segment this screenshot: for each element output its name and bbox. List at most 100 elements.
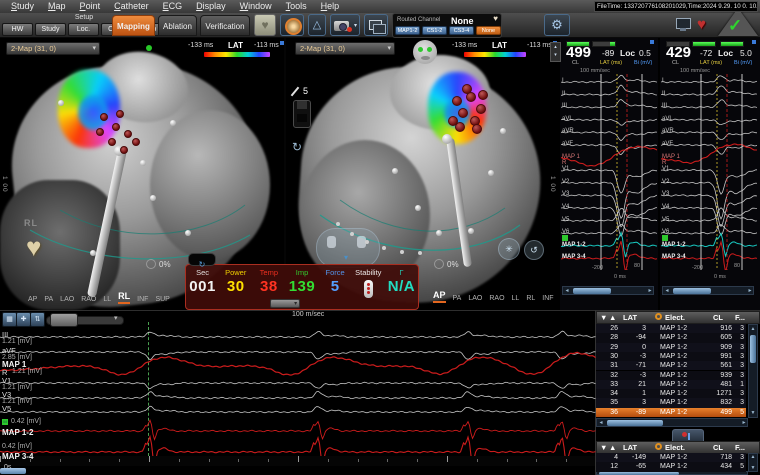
menu-item-tools[interactable]: Tools — [279, 0, 314, 13]
ablation-item-: ΓN/A — [385, 265, 418, 309]
ablation-refresh-chip[interactable]: ↻ — [188, 253, 216, 266]
table-row[interactable]: 36-89MAP 1-24995 — [596, 408, 746, 417]
orientation-lao[interactable]: LAO — [468, 295, 482, 303]
horizontal-scrollbar[interactable] — [596, 471, 748, 475]
routed-option-none[interactable]: None — [476, 26, 501, 35]
column-elect[interactable]: Elect. — [665, 443, 685, 452]
table-row[interactable]: 30-3MAP 1-29913 — [596, 352, 746, 361]
setup-button-hw[interactable]: HW — [2, 23, 33, 36]
tab-mapping[interactable]: Mapping — [112, 15, 155, 36]
table-row[interactable]: 353MAP 1-28323 — [596, 398, 746, 407]
settings-button[interactable]: ⚙ — [544, 14, 570, 36]
table-row[interactable]: 341MAP 1-212713 — [596, 389, 746, 398]
scroll-up-arrow[interactable]: ▲ — [749, 326, 757, 332]
map-selector-dropdown[interactable]: 2-Map (31, 0)▾ — [6, 42, 100, 55]
scroll-left-arrow[interactable]: ◂ — [663, 287, 671, 295]
menu-item-ecg[interactable]: ECG — [156, 0, 190, 13]
orientation-compass-button[interactable] — [280, 14, 304, 36]
table-row[interactable]: 31-71MAP 1-25613 — [596, 361, 746, 370]
scroll-thumb[interactable] — [673, 288, 711, 294]
routed-option-cs34[interactable]: CS3-4 — [449, 26, 474, 35]
vertical-scrollbar[interactable]: ▲ ▼ — [748, 324, 758, 418]
column-lat[interactable]: LAT — [623, 443, 637, 452]
table-row[interactable]: 290MAP 1-29093 — [596, 343, 746, 352]
scroll-left-arrow[interactable]: ◂ — [563, 287, 571, 295]
undo-rotate-button[interactable]: ↺ — [524, 240, 544, 260]
table-cell: 3 — [736, 399, 744, 406]
column-f[interactable]: F... — [735, 313, 745, 322]
orientation-ap[interactable]: AP — [28, 296, 37, 304]
scroll-thumb[interactable] — [607, 420, 663, 426]
tab-verification[interactable]: Verification — [200, 15, 250, 36]
orientation-rao[interactable]: RAO — [489, 295, 504, 303]
menu-item-catheter[interactable]: Catheter — [107, 0, 156, 13]
scroll-left-arrow[interactable]: ◂ — [597, 419, 605, 427]
table-row[interactable]: 263MAP 1-29163 — [596, 324, 746, 333]
table-row[interactable]: 4-149MAP 1-27183 — [596, 453, 746, 462]
orientation-rl[interactable]: RL — [526, 295, 535, 303]
table-row[interactable]: 3321MAP 1-24811 — [596, 380, 746, 389]
gain-spinner[interactable]: ▴▾ — [550, 42, 561, 62]
horizontal-scrollbar[interactable]: ◂ ▸ — [596, 418, 748, 427]
orientation-ll[interactable]: LL — [103, 296, 111, 304]
orientation-inf[interactable]: INF — [137, 296, 148, 304]
orientation-sup[interactable]: SUP — [155, 296, 169, 304]
scroll-thumb[interactable] — [573, 288, 611, 294]
orientation-inf[interactable]: INF — [542, 295, 553, 303]
opacity-control[interactable]: 0% — [434, 259, 459, 269]
orientation-pa[interactable]: PA — [453, 295, 462, 303]
column-elect[interactable]: Elect. — [665, 313, 685, 322]
scroll-right-arrow[interactable]: ▸ — [646, 287, 654, 295]
window-layout-button[interactable] — [364, 14, 388, 36]
scroll-down-arrow[interactable]: ▼ — [749, 465, 757, 471]
map-controller[interactable]: ▾ — [316, 228, 380, 268]
filter-icon[interactable]: ▼ — [600, 443, 607, 452]
orientation-rl[interactable]: RL — [118, 291, 130, 304]
rotate-icon[interactable]: ↻ — [292, 140, 302, 154]
tab-ablation[interactable]: Ablation — [158, 15, 197, 36]
sort-icon[interactable]: ▲ — [609, 313, 616, 322]
snapshot-button[interactable]: ▾ — [330, 14, 360, 36]
setup-button-loc[interactable]: Loc. — [68, 23, 99, 36]
table-row[interactable]: 12-65MAP 1-24345 — [596, 462, 746, 471]
map-selector-dropdown[interactable]: 2-Map (31, 0)▾ — [295, 42, 395, 55]
orientation-lao[interactable]: LAO — [60, 296, 74, 304]
menu-item-map[interactable]: Map — [41, 0, 73, 13]
menu-item-point[interactable]: Point — [73, 0, 108, 13]
orientation-ll[interactable]: LL — [512, 295, 520, 303]
scroll-right-arrow[interactable]: ▸ — [746, 287, 754, 295]
menu-item-window[interactable]: Window — [233, 0, 279, 13]
catheter-view-button[interactable]: △ — [308, 14, 326, 36]
menu-item-help[interactable]: Help — [314, 0, 347, 13]
time-ruler — [0, 456, 596, 466]
orientation-rao[interactable]: RAO — [81, 296, 96, 304]
column-cl[interactable]: CL — [713, 313, 723, 322]
scroll-thumb[interactable] — [750, 335, 756, 363]
menu-item-study[interactable]: Study — [4, 0, 41, 13]
table-row[interactable]: 32-3MAP 1-29393 — [596, 371, 746, 380]
horizontal-scrollbar[interactable]: ◂▸ — [662, 286, 754, 295]
routed-option-cs12[interactable]: CS1-2 — [422, 26, 447, 35]
column-lat[interactable]: LAT — [623, 313, 637, 322]
scrollbar-thumb[interactable] — [0, 468, 26, 474]
horizontal-scrollbar[interactable]: ◂▸ — [562, 286, 654, 295]
orientation-ap[interactable]: AP — [433, 290, 446, 303]
scroll-right-arrow[interactable]: ▸ — [740, 419, 748, 427]
color-palette-tool[interactable] — [293, 100, 311, 128]
routed-option-map12[interactable]: MAP1-2 — [395, 26, 420, 35]
map-tool-button[interactable]: ✳ — [498, 238, 520, 260]
orientation-pa[interactable]: PA — [44, 296, 53, 304]
table-cell: 1271 — [708, 390, 732, 397]
vertical-scrollbar[interactable]: ▲ ▼ — [748, 453, 758, 472]
scroll-down-arrow[interactable]: ▼ — [749, 410, 757, 416]
table-row[interactable]: 28-94MAP 1-26053 — [596, 333, 746, 342]
filter-icon[interactable]: ▼ — [600, 313, 607, 322]
scroll-up-arrow[interactable]: ▲ — [749, 454, 757, 460]
column-f[interactable]: F... — [735, 443, 745, 452]
sort-icon[interactable]: ▲ — [609, 443, 616, 452]
column-cl[interactable]: CL — [713, 443, 723, 452]
heart-display-button[interactable]: ♥ — [254, 14, 276, 36]
setup-button-study[interactable]: Study — [35, 23, 66, 36]
opacity-control[interactable]: 0% — [146, 259, 171, 269]
menu-item-display[interactable]: Display — [189, 0, 233, 13]
